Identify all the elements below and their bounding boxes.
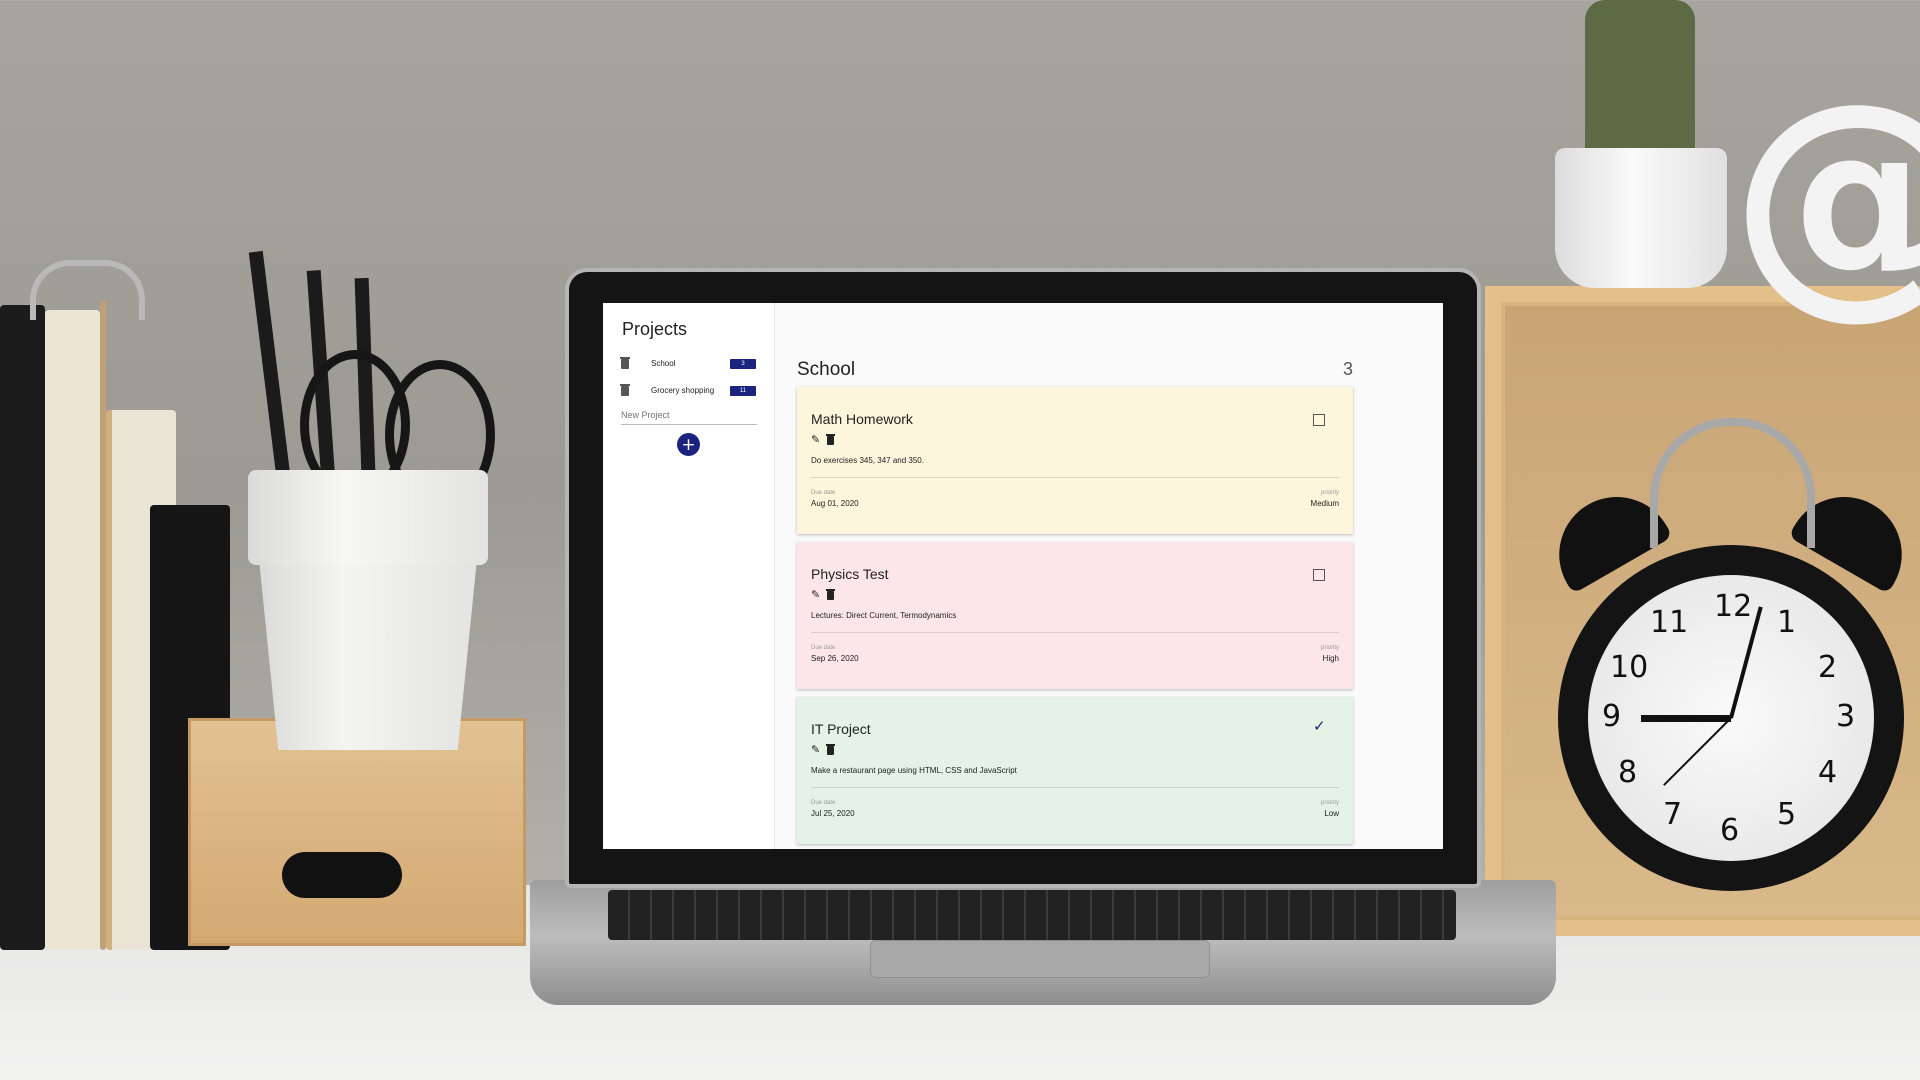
- task-actions: ✎: [811, 433, 1339, 446]
- priority-label: priority: [1320, 800, 1339, 806]
- due-date-label: Due date: [811, 645, 836, 651]
- clock-number: 9: [1602, 699, 1622, 734]
- task-meta: Due date Jul 25, 2020 priority Low: [811, 800, 1339, 818]
- clock-hour-hand: [1641, 715, 1731, 722]
- add-project-button[interactable]: +: [677, 433, 700, 456]
- project-item-school[interactable]: School 3: [620, 350, 756, 377]
- clock-number: 11: [1650, 605, 1689, 640]
- task-count: 3: [1342, 359, 1353, 379]
- priority-value: Medium: [1310, 499, 1339, 508]
- clock-number: 4: [1818, 755, 1838, 790]
- clock-number: 2: [1818, 650, 1838, 685]
- trash-icon[interactable]: [826, 433, 836, 445]
- task-meta: Due date Aug 01, 2020 priority Medium: [811, 490, 1339, 508]
- priority-label: priority: [1320, 490, 1339, 496]
- project-name[interactable]: School: [651, 359, 730, 368]
- task-card[interactable]: Math Homework ✎ Do exercises 345, 347 an…: [797, 387, 1353, 534]
- pencil-cup-rim: [248, 470, 488, 565]
- pencil-icon[interactable]: ✎: [811, 434, 820, 446]
- checkbox-icon[interactable]: [1313, 414, 1325, 426]
- task-title: Physics Test: [811, 566, 889, 582]
- task-title: IT Project: [811, 721, 871, 737]
- pencil: [248, 250, 292, 491]
- pencil-icon[interactable]: ✎: [811, 589, 820, 601]
- task-actions: ✎: [811, 743, 1339, 756]
- small-crate: [188, 718, 526, 946]
- task-description: Lectures: Direct Current, Termodynamics: [811, 611, 1339, 633]
- new-project-input[interactable]: [621, 406, 757, 425]
- book-ring-binding: [30, 260, 145, 320]
- task-actions: ✎: [811, 588, 1339, 601]
- trash-icon[interactable]: [620, 356, 630, 369]
- due-date-value: Aug 01, 2020: [811, 499, 859, 508]
- trash-icon[interactable]: [620, 383, 630, 396]
- task-description: Make a restaurant page using HTML, CSS a…: [811, 766, 1339, 788]
- task-card[interactable]: IT Project ✓ ✎ Make a restaurant page us…: [797, 697, 1353, 844]
- clock-second-hand: [1663, 717, 1732, 786]
- sidebar-title: Projects: [622, 319, 688, 339]
- project-item-grocery-shopping[interactable]: Grocery shopping 11: [620, 377, 756, 404]
- task-title: Math Homework: [811, 411, 913, 427]
- clock-number: 7: [1663, 797, 1683, 832]
- plus-icon: +: [681, 434, 696, 455]
- task-meta: Due date Sep 26, 2020 priority High: [811, 645, 1339, 663]
- clock-number: 5: [1777, 797, 1797, 832]
- task-card[interactable]: Physics Test ✎ Lectures: Direct Current,…: [797, 542, 1353, 689]
- due-date-value: Jul 25, 2020: [811, 809, 855, 818]
- checkbox-icon[interactable]: [1313, 569, 1325, 581]
- due-date-label: Due date: [811, 800, 836, 806]
- book: [45, 310, 100, 950]
- due-date-value: Sep 26, 2020: [811, 654, 859, 663]
- check-icon[interactable]: ✓: [1313, 719, 1326, 734]
- plant-pot: [1555, 148, 1727, 288]
- project-name[interactable]: Grocery shopping: [651, 386, 730, 395]
- laptop-screen-app: Projects School 3 Grocery shopping 11 + …: [603, 303, 1443, 849]
- clock-number: 1: [1777, 605, 1797, 640]
- clock-number: 12: [1714, 589, 1753, 624]
- clock-number: 8: [1618, 755, 1638, 790]
- project-count-badge: 3: [730, 358, 756, 369]
- projects-sidebar: Projects School 3 Grocery shopping 11 +: [603, 303, 775, 849]
- priority-label: priority: [1320, 645, 1339, 651]
- trash-icon[interactable]: [826, 588, 836, 600]
- clock-number: 10: [1610, 650, 1649, 685]
- clock-number: 3: [1836, 699, 1856, 734]
- crate-handle-hole: [282, 852, 402, 898]
- pencil-icon[interactable]: ✎: [811, 744, 820, 756]
- laptop-trackpad: [870, 940, 1210, 978]
- priority-value: Low: [1324, 809, 1339, 818]
- clock-number: 6: [1720, 813, 1740, 848]
- due-date-label: Due date: [811, 490, 836, 496]
- project-header: School 3: [797, 359, 1353, 381]
- project-count-badge: 11: [730, 385, 756, 396]
- project-title: School: [797, 359, 856, 380]
- book: [0, 305, 45, 950]
- at-sign-decoration: @: [1730, 70, 1920, 320]
- laptop-keyboard: [608, 890, 1456, 940]
- clock-face: 12 1 2 3 4 5 6 7 8 9 10 11: [1588, 575, 1874, 861]
- trash-icon[interactable]: [826, 743, 836, 755]
- cactus: [1585, 0, 1695, 150]
- project-detail: School 3 Math Homework ✎ Do exercises 34…: [775, 303, 1443, 849]
- priority-value: High: [1322, 654, 1339, 663]
- task-description: Do exercises 345, 347 and 350.: [811, 456, 1339, 478]
